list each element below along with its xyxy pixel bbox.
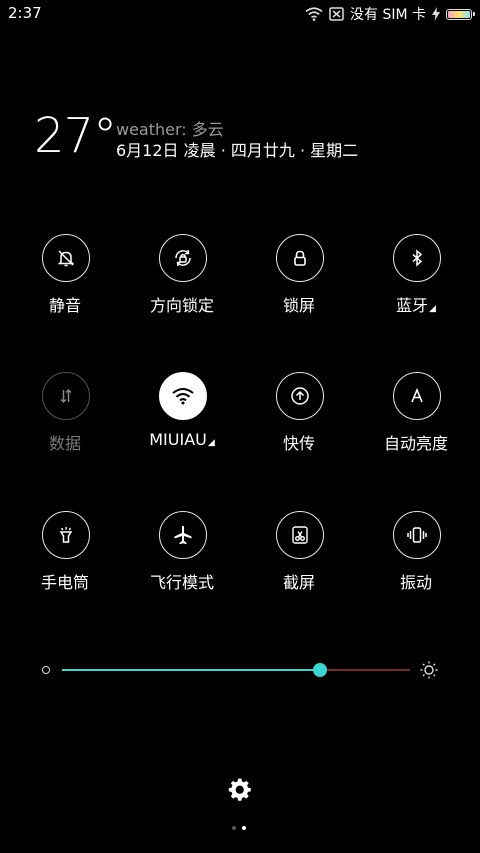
date-lunar-line: 6月12日 凌晨 · 四月廿九 · 星期二 [116,141,359,160]
silent-bell-icon [42,234,90,282]
rotation-lock-icon [159,234,207,282]
status-time: 2:37 [8,4,42,22]
mobile-data-icon [42,372,90,420]
page-indicator [232,826,246,830]
toggle-label: 锁屏 [282,296,315,315]
brightness-slider[interactable] [0,655,480,685]
wifi-icon [159,372,207,420]
battery-level-fill [448,10,470,18]
auto-brightness-icon [393,372,441,420]
wifi-signal-icon [305,7,323,21]
toggle-label: 静音 [48,296,81,315]
toggle-label: 蓝牙◢ [396,296,436,315]
status-icons: 没有 SIM 卡 [305,4,475,24]
brightness-track[interactable] [62,663,410,677]
submenu-indicator-icon: ◢ [207,438,215,448]
brightness-thumb[interactable] [312,663,327,677]
toggle-label: 手电筒 [40,573,89,592]
temperature: 27° [34,108,117,164]
vibrate-icon [393,511,441,559]
high-brightness-icon [420,661,438,679]
toggle-label: 振动 [399,573,432,592]
charging-bolt-icon [432,7,440,21]
toggle-label: 方向锁定 [149,296,214,315]
brightness-fill [62,669,320,671]
bluetooth-icon [393,234,441,282]
submenu-indicator-icon: ◢ [429,304,436,314]
low-brightness-icon [42,666,50,674]
quick-transfer-icon [276,372,324,420]
toggle-label: MIUIAU◢ [149,430,215,449]
carrier-text: 没有 SIM 卡 [350,7,426,23]
toggle-label: 自动亮度 [383,434,448,453]
toggle-label: 快传 [282,434,315,453]
no-sim-icon [329,7,344,21]
toggle-label: 飞行模式 [149,573,214,592]
status-bar: 2:37 没有 SIM 卡 [0,0,480,28]
page-dot-active[interactable] [242,826,246,830]
toggle-label: 截屏 [282,573,315,592]
battery-icon [446,8,475,20]
lock-icon [276,234,324,282]
screenshot-icon [276,511,324,559]
airplane-icon [159,511,207,559]
page-dot[interactable] [232,826,236,830]
toggle-label: 数据 [48,434,81,453]
flashlight-icon [42,511,90,559]
settings-gear-icon[interactable] [228,778,252,802]
